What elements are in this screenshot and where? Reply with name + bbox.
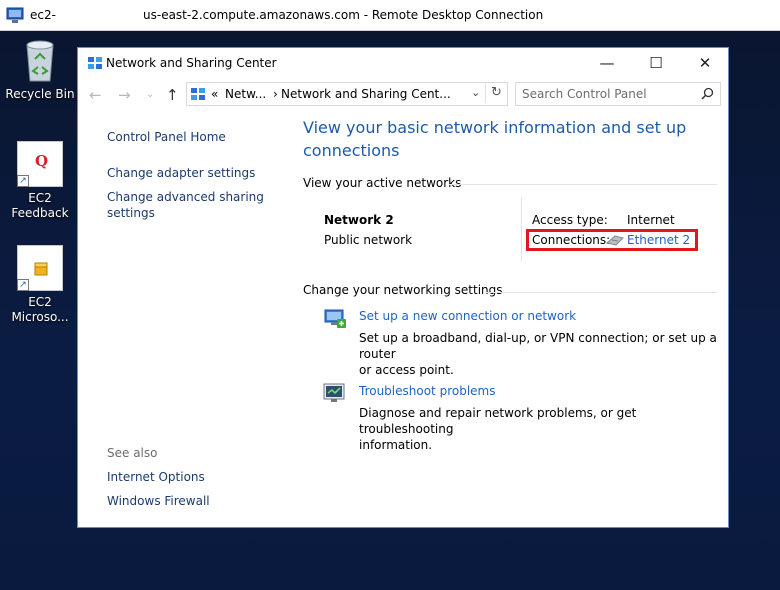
networking-settings-label: Change your networking settings	[303, 283, 503, 297]
microsoft-shortcut-icon: ↗	[17, 245, 63, 291]
task-description-line: information.	[359, 438, 433, 452]
refresh-icon[interactable]: ↻	[485, 83, 507, 103]
access-type-value: Internet	[627, 213, 675, 227]
feedback-glyph: Q	[35, 152, 49, 170]
page-heading-line1: View your basic network information and …	[303, 118, 687, 137]
address-dropdown-chevron-icon[interactable]: ⌄	[471, 86, 480, 99]
close-button[interactable]: ✕	[690, 52, 720, 74]
address-bar[interactable]: « Netw... › Network and Sharing Cent... …	[186, 82, 508, 106]
change-advanced-sharing-link[interactable]: Change advanced sharing	[107, 189, 264, 205]
setup-connection-description: Set up a broadband, dial-up, or VPN conn…	[359, 330, 719, 378]
window-titlebar[interactable]: Network and Sharing Center — ☐ ✕	[78, 48, 728, 78]
search-box[interactable]	[515, 82, 721, 106]
rdp-titlebar: ec2- us-east-2.compute.amazonaws.com - R…	[0, 0, 780, 31]
page-heading-line2: connections	[303, 141, 400, 160]
connections-highlight-box	[526, 229, 698, 251]
control-panel-home-link[interactable]: Control Panel Home	[107, 129, 226, 145]
section-divider	[449, 184, 717, 185]
window-title: Network and Sharing Center	[106, 56, 277, 70]
rdp-window-title: us-east-2.compute.amazonaws.com - Remote…	[143, 8, 544, 22]
search-input[interactable]	[522, 86, 692, 102]
access-type-label: Access type:	[532, 213, 608, 227]
breadcrumb-separator: ›	[273, 87, 278, 101]
network-details-divider	[521, 198, 522, 261]
control-panel-icon	[88, 57, 102, 69]
maximize-button[interactable]: ☐	[641, 52, 671, 74]
desktop-icon-label: Feedback	[11, 206, 69, 220]
forward-arrow-icon[interactable]: →	[118, 86, 131, 104]
network-name: Network 2	[324, 213, 394, 227]
windows-firewall-link[interactable]: Windows Firewall	[107, 493, 210, 509]
up-arrow-icon[interactable]: ↑	[166, 86, 179, 104]
breadcrumb-network[interactable]: Netw...	[225, 87, 266, 101]
task-description-line: Set up a broadband, dial-up, or VPN conn…	[359, 331, 717, 361]
desktop-icon-label: Microso...	[11, 310, 69, 324]
back-arrow-icon[interactable]: ←	[89, 86, 102, 104]
change-adapter-settings-link[interactable]: Change adapter settings	[107, 165, 255, 181]
magnifier-icon[interactable]	[701, 87, 714, 100]
internet-options-link[interactable]: Internet Options	[107, 469, 205, 485]
shortcut-arrow-icon: ↗	[17, 279, 29, 291]
section-divider	[486, 292, 717, 293]
network-setup-icon	[324, 309, 346, 328]
feedback-shortcut-icon: Q ↗	[17, 141, 63, 187]
recent-locations-chevron-icon[interactable]: ⌄	[146, 89, 154, 100]
control-panel-icon	[191, 88, 205, 100]
desktop-icon-label: Recycle Bin	[5, 87, 75, 101]
network-sharing-center-window: Network and Sharing Center — ☐ ✕ ← → ⌄ ↑…	[77, 47, 729, 528]
task-description-line: or access point.	[359, 363, 454, 377]
remote-desktop-icon	[6, 7, 24, 23]
breadcrumb-current[interactable]: Network and Sharing Cent...	[281, 87, 451, 101]
troubleshoot-problems-link[interactable]: Troubleshoot problems	[359, 384, 495, 398]
desktop-icon-recycle-bin[interactable]: Recycle Bin	[2, 37, 78, 102]
minimize-button[interactable]: —	[592, 52, 622, 74]
desktop-icon-ec2-feedback[interactable]: Q ↗ EC2 Feedback	[2, 141, 78, 221]
active-networks-label: View your active networks	[303, 176, 462, 190]
troubleshoot-icon	[323, 383, 345, 402]
network-category: Public network	[324, 233, 413, 247]
package-icon	[34, 262, 48, 276]
address-toolbar: ← → ⌄ ↑ « Netw... › Network and Sharing …	[78, 80, 728, 110]
desktop-icon-ec2-microsoft[interactable]: ↗ EC2 Microso...	[2, 245, 78, 325]
see-also-label: See also	[107, 446, 158, 460]
task-description-line: Diagnose and repair network problems, or…	[359, 406, 637, 436]
page-heading: View your basic network information and …	[303, 116, 703, 162]
setup-new-connection-link[interactable]: Set up a new connection or network	[359, 309, 576, 323]
recycle-bin-icon	[26, 40, 54, 82]
desktop-icon-label: EC2	[28, 191, 52, 205]
desktop-icon-label: EC2	[28, 295, 52, 309]
troubleshoot-description: Diagnose and repair network problems, or…	[359, 405, 719, 453]
shortcut-arrow-icon: ↗	[17, 175, 29, 187]
rdp-host-label: ec2-	[30, 8, 56, 22]
breadcrumb-overflow[interactable]: «	[211, 87, 218, 101]
change-advanced-sharing-link-line2[interactable]: settings	[107, 205, 155, 221]
